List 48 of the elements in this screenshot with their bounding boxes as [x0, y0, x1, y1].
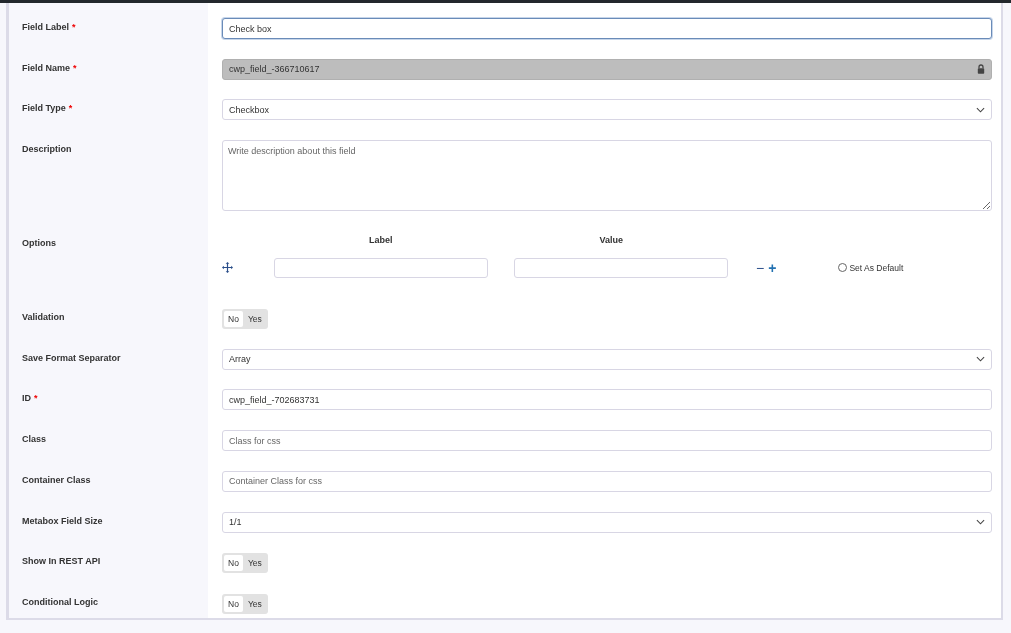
toggle-option[interactable]: Yes	[243, 595, 266, 612]
field-label: Class	[22, 434, 47, 445]
text-field[interactable]: cwp_field_-702683731	[222, 389, 992, 411]
field-label: Container Class	[22, 474, 91, 485]
field-value: cwp_field_-366710617	[229, 64, 320, 75]
description-textarea[interactable]: Write description about this field	[222, 140, 992, 212]
toggle-option[interactable]: No	[224, 555, 243, 572]
required-mark: *	[72, 22, 76, 32]
radio-label: Set As Default	[849, 262, 904, 273]
column-header: Value	[599, 235, 624, 248]
text-field[interactable]: Check box	[222, 18, 992, 39]
column-header: Label	[369, 235, 393, 248]
toggle-option[interactable]: No	[224, 595, 243, 612]
toggle-option[interactable]: No	[224, 311, 243, 328]
move-icon[interactable]	[222, 262, 233, 274]
required-mark: *	[73, 62, 77, 73]
default-radio[interactable]	[838, 263, 848, 273]
field-label: ID	[22, 393, 31, 404]
field-label: Show In REST API	[22, 556, 101, 567]
toggle-option[interactable]: Yes	[243, 555, 266, 572]
required-mark: *	[68, 103, 73, 114]
chevron-down-icon	[976, 519, 985, 525]
field-label: Field Name	[22, 62, 70, 73]
field-label: Field Type	[22, 103, 66, 114]
lock-icon	[977, 64, 985, 75]
field-label: Save Format Separator	[22, 352, 121, 363]
toggle-switch[interactable]: No Yes	[222, 309, 268, 330]
text-field[interactable]: Container Class for css	[222, 470, 992, 492]
add-option-button[interactable]: +	[768, 260, 777, 275]
field-label: Field Label	[22, 22, 69, 32]
chevron-down-icon	[976, 106, 985, 113]
text-field[interactable]: Class for css	[222, 430, 992, 452]
toggle-option[interactable]: Yes	[243, 311, 266, 328]
remove-option-button[interactable]: −	[756, 260, 765, 275]
field-label: Validation	[22, 312, 65, 323]
toggle-switch[interactable]: No Yes	[222, 553, 268, 574]
select-dropdown[interactable]: 1/1	[222, 511, 992, 533]
field-label: Description	[22, 144, 72, 155]
field-label: Metabox Field Size	[22, 515, 103, 526]
option-label-field[interactable]	[274, 257, 488, 278]
chevron-down-icon	[976, 356, 985, 363]
required-mark: *	[34, 393, 38, 404]
option-value-field[interactable]	[514, 257, 728, 278]
select-dropdown[interactable]: Array	[222, 348, 992, 370]
field-label: Options	[22, 238, 56, 249]
select-dropdown[interactable]: Checkbox	[222, 99, 992, 121]
toggle-switch[interactable]: No Yes	[222, 593, 268, 614]
field-label: Conditional Logic	[22, 596, 98, 607]
